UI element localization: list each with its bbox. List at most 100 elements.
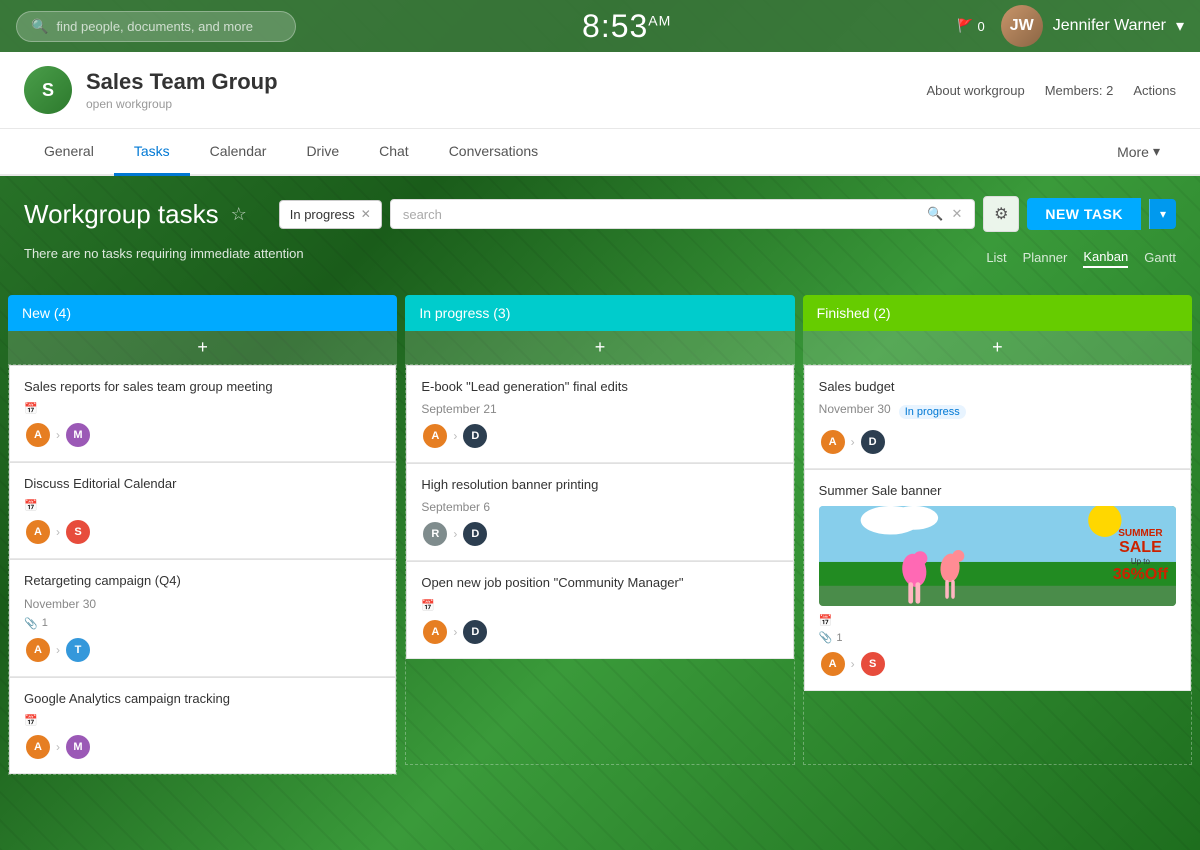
- main-panel: S Sales Team Group open workgroup About …: [0, 52, 1200, 176]
- task-avatars: R › D: [421, 520, 778, 548]
- task-meta: 📅: [24, 714, 381, 727]
- calendar-icon: 📅: [421, 599, 435, 612]
- filter-chip-remove[interactable]: ✕: [361, 207, 371, 221]
- search-filter[interactable]: 🔍 ✕: [390, 199, 976, 229]
- tab-calendar[interactable]: Calendar: [190, 129, 287, 176]
- task-date: September 6: [421, 500, 778, 514]
- new-task-button[interactable]: NEW TASK: [1027, 198, 1141, 230]
- view-planner[interactable]: Planner: [1023, 248, 1068, 267]
- avatar: S: [859, 650, 887, 678]
- page-title: Workgroup tasks: [24, 199, 219, 230]
- task-title: E-book "Lead generation" final edits: [421, 378, 778, 396]
- new-task-dropdown-button[interactable]: ▾: [1149, 199, 1176, 229]
- task-title: Google Analytics campaign tracking: [24, 690, 381, 708]
- workgroup-header: S Sales Team Group open workgroup About …: [0, 52, 1200, 129]
- table-row[interactable]: Summer Sale banner: [804, 469, 1191, 691]
- time-display: 8:53AM: [312, 8, 941, 45]
- task-date: November 30: [819, 402, 891, 416]
- avatar: A: [24, 733, 52, 761]
- task-attachments: 📎 1: [819, 631, 1176, 644]
- nav-tabs: General Tasks Calendar Drive Chat Conver…: [0, 129, 1200, 176]
- column-finished-header: Finished (2): [803, 295, 1192, 331]
- task-date: September 21: [421, 402, 778, 416]
- calendar-icon: 📅: [24, 499, 38, 512]
- workgroup-subtitle: open workgroup: [86, 97, 278, 111]
- paperclip-icon: 📎: [24, 617, 38, 630]
- user-name: Jennifer Warner: [1053, 17, 1166, 35]
- table-row[interactable]: Sales reports for sales team group meeti…: [9, 365, 396, 462]
- search-icon: 🔍: [31, 18, 48, 35]
- settings-button[interactable]: ⚙: [983, 196, 1019, 232]
- task-attachments: 📎 1: [24, 617, 381, 630]
- about-workgroup-link[interactable]: About workgroup: [926, 83, 1024, 98]
- column-new-body: Sales reports for sales team group meeti…: [8, 365, 397, 775]
- table-row[interactable]: High resolution banner printing Septembe…: [406, 463, 793, 561]
- task-title: Open new job position "Community Manager…: [421, 574, 778, 592]
- tab-tasks[interactable]: Tasks: [114, 129, 190, 176]
- filter-bar: In progress ✕ 🔍 ✕ ⚙ NEW TASK ▾: [279, 196, 1176, 232]
- avatar: M: [64, 733, 92, 761]
- tab-drive[interactable]: Drive: [286, 129, 359, 176]
- calendar-icon: 📅: [819, 614, 833, 627]
- avatar: A: [24, 421, 52, 449]
- table-row[interactable]: Retargeting campaign (Q4) November 30 📎 …: [9, 559, 396, 676]
- view-gantt[interactable]: Gantt: [1144, 248, 1176, 267]
- table-row[interactable]: Sales budget November 30 In progress A ›…: [804, 365, 1191, 469]
- user-info: JW Jennifer Warner ▾: [1001, 5, 1184, 47]
- avatar: M: [64, 421, 92, 449]
- task-title: Discuss Editorial Calendar: [24, 475, 381, 493]
- search-box[interactable]: 🔍: [16, 11, 296, 42]
- table-row[interactable]: Discuss Editorial Calendar 📅 A › S: [9, 462, 396, 559]
- workgroup-actions: About workgroup Members: 2 Actions: [926, 83, 1176, 98]
- tab-chat[interactable]: Chat: [359, 129, 429, 176]
- avatar: A: [819, 428, 847, 456]
- task-search-input[interactable]: [403, 207, 919, 222]
- avatar: A: [24, 636, 52, 664]
- avatar: D: [461, 422, 489, 450]
- tab-conversations[interactable]: Conversations: [429, 129, 559, 176]
- task-avatars: A › D: [421, 422, 778, 450]
- view-kanban[interactable]: Kanban: [1083, 247, 1128, 268]
- add-inprogress-task-button[interactable]: +: [405, 331, 794, 365]
- tab-general[interactable]: General: [24, 129, 114, 176]
- table-row[interactable]: Google Analytics campaign tracking 📅 A ›…: [9, 677, 396, 774]
- status-badge: In progress: [899, 405, 966, 419]
- table-row[interactable]: Open new job position "Community Manager…: [406, 561, 793, 658]
- summer-sale-text: SUMMER SALE Up to 36%Off: [1113, 528, 1168, 584]
- workgroup-title: Sales Team Group: [86, 69, 278, 95]
- avatar: A: [819, 650, 847, 678]
- task-avatars: A › M: [24, 733, 381, 761]
- column-inprogress: In progress (3) + E-book "Lead generatio…: [405, 295, 794, 775]
- task-date: November 30: [24, 597, 381, 611]
- paperclip-icon: 📎: [819, 631, 833, 644]
- column-inprogress-body: E-book "Lead generation" final edits Sep…: [405, 365, 794, 765]
- view-switcher: List Planner Kanban Gantt: [986, 247, 1176, 268]
- column-new: New (4) + Sales reports for sales team g…: [8, 295, 397, 775]
- avatar: A: [421, 422, 449, 450]
- avatar: D: [859, 428, 887, 456]
- task-avatars: A › S: [24, 518, 381, 546]
- column-new-header: New (4): [8, 295, 397, 331]
- task-avatars: A › M: [24, 421, 381, 449]
- view-list[interactable]: List: [986, 248, 1006, 267]
- star-icon[interactable]: ☆: [231, 204, 247, 225]
- clear-search-icon[interactable]: ✕: [951, 206, 962, 222]
- workgroup-info: Sales Team Group open workgroup: [86, 69, 278, 111]
- task-meta: 📅: [421, 599, 778, 612]
- table-row[interactable]: E-book "Lead generation" final edits Sep…: [406, 365, 793, 463]
- tab-more[interactable]: More ▾: [1101, 129, 1176, 174]
- actions-link[interactable]: Actions: [1133, 83, 1176, 98]
- add-finished-task-button[interactable]: +: [803, 331, 1192, 365]
- topbar: 🔍 8:53AM 🚩 0 JW Jennifer Warner ▾: [0, 0, 1200, 52]
- calendar-icon: 📅: [24, 402, 38, 415]
- task-title: High resolution banner printing: [421, 476, 778, 494]
- task-title: Sales reports for sales team group meeti…: [24, 378, 381, 396]
- filter-chip[interactable]: In progress ✕: [279, 200, 382, 229]
- search-input[interactable]: [56, 19, 256, 34]
- avatar: A: [24, 518, 52, 546]
- column-finished: Finished (2) + Sales budget November 30 …: [803, 295, 1192, 775]
- task-avatars: A › S: [819, 650, 1176, 678]
- task-meta: 📅: [24, 499, 381, 512]
- members-link[interactable]: Members: 2: [1045, 83, 1114, 98]
- add-new-task-button[interactable]: +: [8, 331, 397, 365]
